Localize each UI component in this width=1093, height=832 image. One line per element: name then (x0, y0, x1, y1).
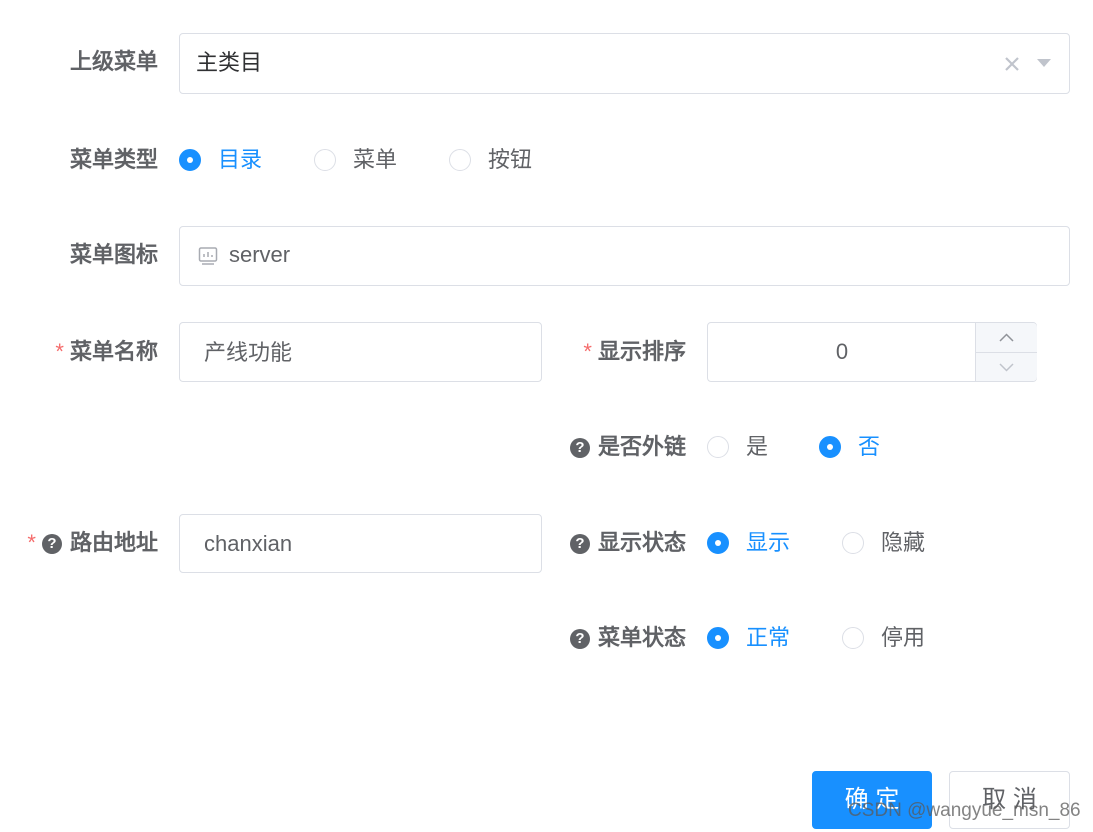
chevron-up-icon (999, 333, 1014, 342)
radio-dot (707, 532, 729, 554)
radio-dot (449, 149, 471, 171)
menu-status-label: ? 菜单状态 (569, 623, 686, 653)
menu-status-radio-normal[interactable]: 正常 (707, 623, 807, 653)
parent-menu-value: 主类目 (196, 50, 263, 75)
menu-name-value: 产线功能 (204, 340, 293, 365)
radio-dot (842, 627, 864, 649)
parent-menu-select[interactable]: 主类目 (179, 33, 1070, 94)
menu-type-radio-button[interactable]: 按钮 (449, 145, 549, 175)
watermark-text: CSDN @wangyue_msn_86 (848, 800, 1081, 821)
parent-menu-label: 上级菜单 (69, 49, 158, 74)
radio-label: 菜单 (353, 147, 398, 172)
required-mark: * (55, 339, 64, 364)
decrease-button[interactable] (976, 353, 1037, 381)
display-status-radio-hide[interactable]: 隐藏 (842, 528, 942, 558)
question-icon: ? (41, 534, 62, 554)
menu-type-radio-menu[interactable]: 菜单 (314, 145, 414, 175)
route-path-value: chanxian (204, 531, 293, 556)
display-status-label-text: 显示状态 (597, 530, 686, 555)
menu-type-radio-directory[interactable]: 目录 (179, 145, 279, 175)
route-path-input[interactable]: chanxian (179, 514, 542, 573)
route-path-label: *? 路由地址 (27, 528, 158, 558)
menu-icon-value: server (229, 242, 291, 267)
display-order-value[interactable]: 0 (708, 337, 976, 367)
external-link-label-text: 是否外链 (597, 434, 686, 459)
display-status-label: ? 显示状态 (569, 528, 686, 558)
radio-dot (314, 149, 336, 171)
radio-label: 隐藏 (881, 530, 926, 555)
radio-dot (842, 532, 864, 554)
close-icon[interactable] (1002, 50, 1022, 78)
menu-name-input[interactable]: 产线功能 (179, 322, 542, 382)
menu-name-label: * 菜单名称 (55, 337, 158, 367)
increase-button[interactable] (976, 323, 1037, 353)
question-icon: ? (569, 534, 590, 554)
radio-label: 停用 (881, 625, 926, 650)
radio-label: 是 (746, 434, 769, 459)
external-link-radio-no[interactable]: 否 (819, 432, 899, 462)
menu-status-radio-disabled[interactable]: 停用 (842, 623, 942, 653)
question-icon: ? (569, 438, 590, 458)
route-path-label-text: 路由地址 (69, 530, 158, 555)
display-status-radio-show[interactable]: 显示 (707, 528, 807, 558)
menu-name-label-text: 菜单名称 (69, 339, 158, 364)
stepper-controls (975, 323, 1037, 381)
radio-label: 正常 (746, 625, 791, 650)
caret-down-icon[interactable] (1035, 56, 1053, 70)
menu-status-label-text: 菜单状态 (597, 625, 686, 650)
radio-label: 目录 (218, 147, 263, 172)
display-order-label-text: 显示排序 (597, 339, 686, 364)
menu-type-label: 菜单类型 (69, 147, 158, 172)
question-icon: ? (569, 629, 590, 649)
display-order-stepper[interactable]: 0 (707, 322, 1037, 382)
radio-dot (707, 436, 729, 458)
menu-icon-label: 菜单图标 (69, 242, 158, 267)
radio-dot (819, 436, 841, 458)
monitor-icon (198, 246, 218, 266)
radio-label: 否 (858, 434, 881, 459)
chevron-down-icon (999, 363, 1014, 372)
required-mark: * (27, 530, 36, 555)
display-order-label: * 显示排序 (583, 337, 686, 367)
external-link-label: ? 是否外链 (569, 432, 686, 462)
required-mark: * (583, 339, 592, 364)
radio-label: 按钮 (488, 147, 533, 172)
external-link-radio-yes[interactable]: 是 (707, 432, 787, 462)
radio-dot (707, 627, 729, 649)
radio-dot (179, 149, 201, 171)
menu-icon-input[interactable]: server (179, 226, 1070, 286)
radio-label: 显示 (746, 530, 791, 555)
